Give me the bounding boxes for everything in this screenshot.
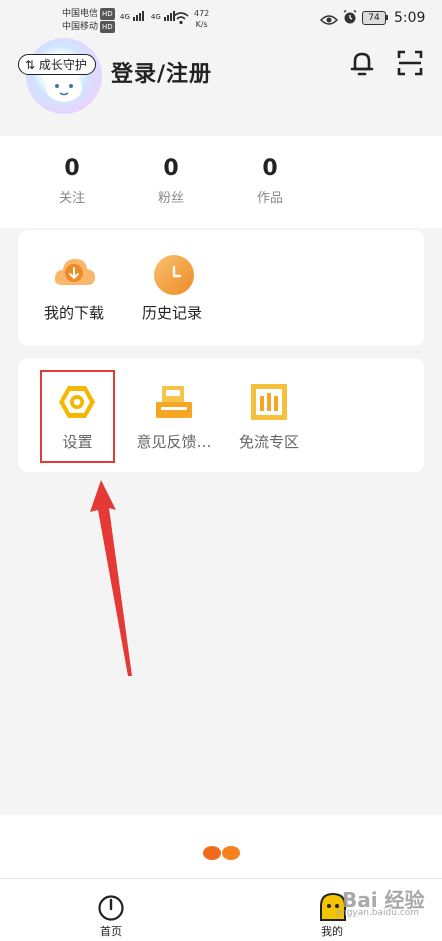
- wifi-icon: [173, 10, 189, 29]
- home-icon: [97, 894, 125, 926]
- watermark-url: jingyan.baidu.com: [336, 908, 420, 918]
- red-arrow-annotation: [90, 480, 132, 676]
- carrier-2: 中国移动 HD: [62, 21, 115, 33]
- stat-fans[interactable]: 0 粉丝: [141, 156, 201, 206]
- settings-item[interactable]: 设置: [40, 378, 115, 458]
- download-icon: [54, 255, 96, 295]
- loading-area: [0, 815, 442, 878]
- carrier-1: 中国电信 HD: [62, 8, 115, 20]
- free-data-icon: [249, 382, 289, 426]
- avatar-face-icon: [46, 74, 82, 102]
- swap-icon: ⇅: [25, 58, 36, 72]
- my-downloads-item[interactable]: 我的下载: [34, 255, 114, 325]
- avatar[interactable]: [26, 38, 102, 114]
- growth-guard-button[interactable]: ⇅ 成长守护: [18, 54, 96, 75]
- stat-works[interactable]: 0 作品: [240, 156, 300, 206]
- history-icon: [154, 255, 194, 295]
- battery-icon: 74: [362, 11, 386, 25]
- history-item[interactable]: 历史记录: [132, 255, 212, 325]
- signal-icons: 4G 4G: [120, 11, 175, 21]
- signal-1-icon: [132, 11, 144, 21]
- login-register-link[interactable]: 登录/注册: [111, 56, 212, 88]
- feedback-icon: [154, 384, 194, 424]
- loading-dot-left: [203, 846, 221, 860]
- settings-icon: [57, 382, 97, 426]
- feedback-item[interactable]: 意见反馈…: [128, 378, 220, 458]
- free-data-zone-item[interactable]: 免流专区: [229, 378, 309, 458]
- nav-home[interactable]: 首页: [81, 892, 141, 938]
- net-speed: 472 K/s: [194, 9, 210, 29]
- stat-following[interactable]: 0 关注: [42, 156, 102, 206]
- scan-icon[interactable]: [396, 49, 424, 81]
- clock: 5:09: [394, 10, 426, 26]
- alarm-icon: [342, 9, 358, 29]
- bell-icon[interactable]: [348, 49, 376, 81]
- loading-dot-right: [222, 846, 240, 860]
- eye-icon: [319, 11, 339, 30]
- battery-tip: [386, 15, 388, 20]
